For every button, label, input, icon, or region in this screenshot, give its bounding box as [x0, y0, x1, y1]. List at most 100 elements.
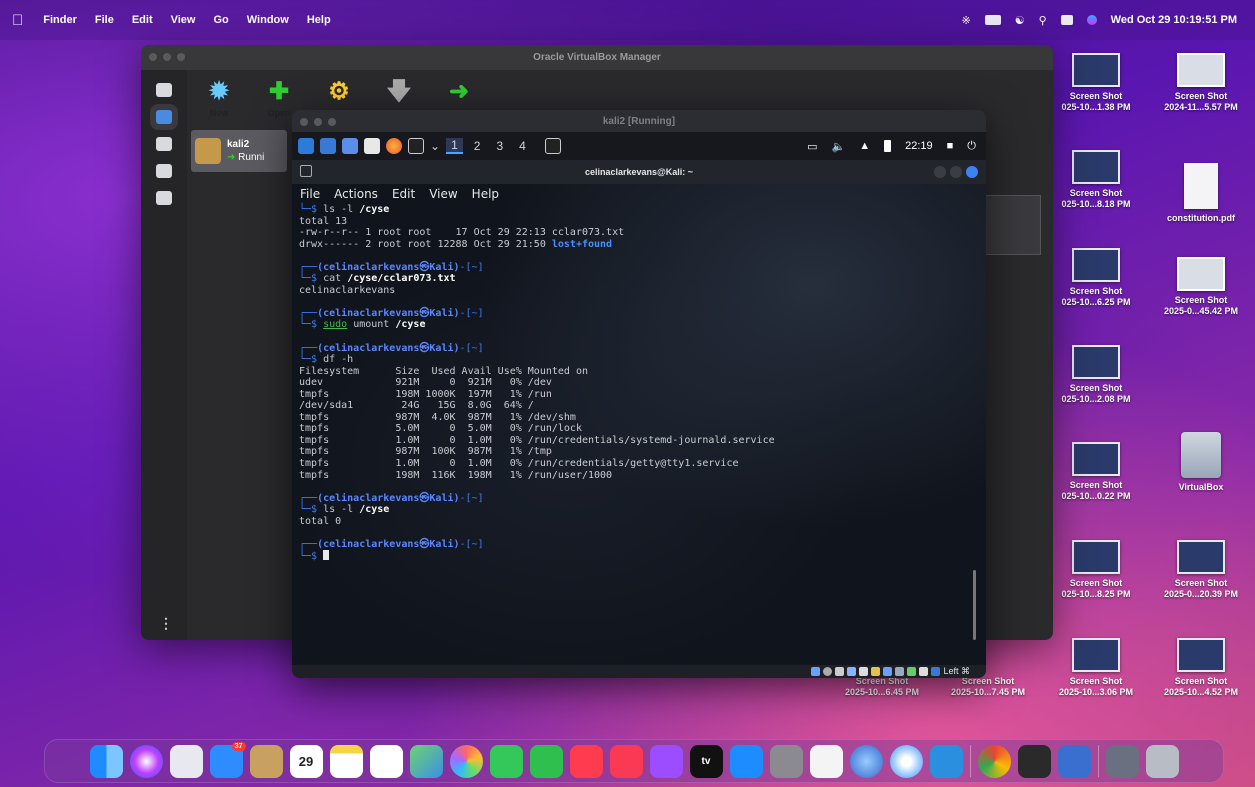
network-icon[interactable] [847, 667, 857, 676]
display-icon[interactable]: ▭ [807, 140, 817, 153]
terminal-scrollbar[interactable] [973, 570, 976, 640]
maximize-button[interactable] [950, 166, 962, 178]
show-desktop-icon[interactable] [320, 138, 336, 154]
desktop-file[interactable]: Screen Shot 025-10...1.38 PM [1044, 53, 1148, 113]
battery-icon[interactable] [884, 140, 892, 152]
siri-icon[interactable] [129, 744, 163, 778]
minimize-button[interactable] [314, 118, 322, 126]
close-button[interactable] [966, 166, 978, 178]
photos-icon[interactable] [449, 744, 483, 778]
vscode-icon[interactable] [929, 744, 963, 778]
terminal-output[interactable]: └─$ ls -l /cyse total 13 -rw-r--r-- 1 root… [292, 204, 986, 563]
machines-icon[interactable] [156, 110, 172, 124]
desktop-file[interactable]: Screen Shot 2025-0...45.42 PM [1149, 257, 1253, 317]
kali-menu-icon[interactable] [298, 138, 314, 154]
terminal-menu-actions[interactable]: Actions [334, 187, 378, 201]
menu-go[interactable]: Go [213, 14, 228, 26]
optical-icon[interactable] [823, 667, 833, 676]
maps-icon[interactable] [409, 744, 443, 778]
panel-clock[interactable]: 22:19 [905, 140, 933, 152]
desktop-file[interactable]: Screen Shot 025-10...6.25 PM [1044, 248, 1148, 308]
welcome-icon[interactable] [156, 83, 172, 97]
recording-icon[interactable] [895, 667, 905, 676]
minimize-button[interactable] [163, 53, 171, 61]
workspace-3[interactable]: 3 [491, 139, 508, 153]
podcasts-icon[interactable] [649, 744, 683, 778]
menubar-clock[interactable]: Wed Oct 29 10:19:51 PM [1111, 14, 1237, 26]
calendar-icon[interactable]: 29 [289, 744, 323, 778]
appletv-icon[interactable]: tv [689, 744, 723, 778]
menu-view[interactable]: View [171, 14, 196, 26]
desktop-file-pdf[interactable]: constitution.pdf [1149, 163, 1253, 224]
launchpad-icon[interactable] [169, 744, 203, 778]
news-icon[interactable] [569, 744, 603, 778]
file-manager-icon[interactable] [342, 138, 358, 154]
menu-window[interactable]: Window [247, 14, 289, 26]
text-editor-icon[interactable] [364, 138, 380, 154]
firefox-icon[interactable] [386, 138, 402, 154]
mouse-integration-icon[interactable] [919, 667, 929, 676]
apple-icon[interactable]:  [12, 12, 23, 29]
desktop-virtualbox-drive[interactable]: VirtualBox [1149, 432, 1253, 493]
desktop-file[interactable]: Screen Shot 2025-0...20.39 PM [1149, 540, 1253, 600]
zoom-button[interactable] [177, 53, 185, 61]
network-icon[interactable] [156, 191, 172, 205]
control-center-icon[interactable] [1060, 15, 1073, 25]
chrome-icon[interactable] [977, 744, 1011, 778]
contacts-icon[interactable] [249, 744, 283, 778]
zoom-button[interactable] [328, 118, 336, 126]
workspace-1[interactable]: 1 [446, 138, 463, 154]
messages-icon[interactable] [489, 744, 523, 778]
battery-icon[interactable] [984, 15, 1001, 25]
search-icon[interactable]: ⚲ [1039, 14, 1047, 27]
vm-item-kali2[interactable]: kali2 ➜ Runni [191, 130, 287, 172]
reminders-icon[interactable] [369, 744, 403, 778]
textedit-icon[interactable] [809, 744, 843, 778]
notes-icon[interactable] [329, 744, 363, 778]
menu-edit[interactable]: Edit [132, 14, 153, 26]
terminal-menu-view[interactable]: View [429, 187, 457, 201]
desktop-file[interactable]: Screen Shot 2025-10...3.06 PM [1044, 638, 1148, 698]
lock-icon[interactable]: ■ [947, 140, 954, 152]
desktop-file[interactable]: Screen Shot 025-10...8.25 PM [1044, 540, 1148, 600]
menu-app-finder[interactable]: Finder [43, 14, 77, 26]
system-settings-icon[interactable] [769, 744, 803, 778]
terminal-app-icon[interactable] [1017, 744, 1051, 778]
minimize-button[interactable] [934, 166, 946, 178]
terminal-input-line[interactable]: └─$ [299, 550, 986, 563]
extensions-icon[interactable] [156, 137, 172, 151]
hdd-icon[interactable] [811, 667, 821, 676]
finder-icon[interactable] [89, 744, 123, 778]
bluetooth-icon[interactable]: ※ [961, 14, 970, 27]
host-key-label[interactable]: Left ⌘ [943, 666, 970, 677]
vbox-titlebar[interactable]: Oracle VirtualBox Manager [141, 45, 1053, 70]
appstore-icon[interactable] [729, 744, 763, 778]
notifications-icon[interactable]: ▲ [859, 140, 870, 152]
menu-file[interactable]: File [95, 14, 114, 26]
wifi-icon[interactable]: ☯ [1015, 14, 1025, 27]
menu-help[interactable]: Help [307, 14, 331, 26]
desktop-file[interactable]: Screen Shot 025-10...8.18 PM [1044, 150, 1148, 210]
kali-titlebar[interactable]: kali2 [Running] [292, 110, 986, 132]
keyboard-icon[interactable] [931, 667, 941, 676]
logout-icon[interactable]: ⏻ [967, 140, 976, 153]
desktop-file[interactable]: Screen Shot 025-10...0.22 PM [1044, 442, 1148, 502]
new-button[interactable]: ✹ New [197, 76, 241, 128]
usb-icon[interactable] [859, 667, 869, 676]
facetime-icon[interactable] [529, 744, 563, 778]
downloads-folder-icon[interactable] [1105, 744, 1139, 778]
terminal-menu-file[interactable]: File [300, 187, 320, 201]
volume-icon[interactable]: 🔈 [832, 140, 846, 153]
workspace-2[interactable]: 2 [469, 139, 486, 153]
safari-icon[interactable] [889, 744, 923, 778]
desktop-file[interactable]: Screen Shot 2025-10...4.52 PM [1149, 638, 1253, 698]
virtualbox-icon[interactable] [1057, 744, 1091, 778]
music-icon[interactable] [609, 744, 643, 778]
mail-icon[interactable]: 37 [209, 741, 246, 778]
shared-folder-icon[interactable] [871, 667, 881, 676]
network-radar-icon[interactable] [849, 744, 883, 778]
terminal-menu-help[interactable]: Help [472, 187, 499, 201]
terminal-menu-edit[interactable]: Edit [392, 187, 415, 201]
cpu-icon[interactable] [907, 667, 917, 676]
more-icon[interactable]: ⋮ [159, 615, 173, 632]
